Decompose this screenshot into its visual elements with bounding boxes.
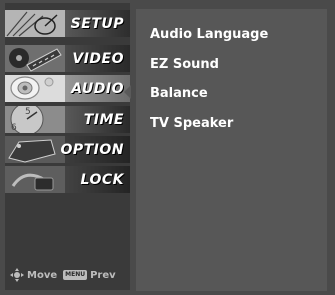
- lock-icon: [5, 166, 65, 193]
- menu-sidebar: SETUP VIDEO AUDIO 6 5 TIME OPTION LOCK: [5, 3, 131, 290]
- menu-footer: Move MENU Prev: [10, 266, 130, 284]
- audio-submenu-panel: Audio Language EZ Sound Balance TV Speak…: [136, 9, 327, 291]
- svg-text:5: 5: [25, 107, 31, 117]
- tab-option[interactable]: OPTION: [5, 136, 130, 163]
- navigation-pad-icon: [10, 268, 24, 282]
- tab-audio[interactable]: AUDIO: [5, 75, 130, 102]
- speaker-icon: [5, 75, 65, 102]
- tab-lock-label: LOCK: [80, 171, 124, 188]
- menu-key-icon: MENU: [63, 270, 88, 280]
- selected-tab-pointer: [124, 85, 131, 99]
- footer-move-label: Move: [27, 269, 58, 281]
- clock-icon: 6 5: [5, 106, 65, 133]
- menu-item-ez-sound[interactable]: EZ Sound: [150, 57, 219, 72]
- film-reel-icon: [5, 45, 65, 72]
- option-tag-icon: [5, 136, 65, 163]
- menu-item-audio-language[interactable]: Audio Language: [150, 27, 268, 42]
- tab-setup-label: SETUP: [70, 15, 124, 32]
- footer-move: Move: [10, 268, 57, 282]
- satellite-dish-icon: [5, 10, 65, 37]
- footer-prev: MENU Prev: [63, 270, 116, 281]
- tab-video-label: VIDEO: [72, 50, 124, 67]
- tab-audio-label: AUDIO: [71, 80, 124, 97]
- menu-item-balance[interactable]: Balance: [150, 86, 208, 101]
- tab-video[interactable]: VIDEO: [5, 45, 130, 72]
- tab-lock[interactable]: LOCK: [5, 166, 130, 193]
- footer-prev-label: Prev: [90, 269, 116, 281]
- svg-text:6: 6: [11, 123, 17, 133]
- tab-time-label: TIME: [83, 111, 124, 128]
- tv-osd-menu: SETUP VIDEO AUDIO 6 5 TIME OPTION LOCK M…: [0, 0, 335, 295]
- tab-setup[interactable]: SETUP: [5, 10, 130, 37]
- tab-time[interactable]: 6 5 TIME: [5, 106, 130, 133]
- menu-item-tv-speaker[interactable]: TV Speaker: [150, 116, 233, 131]
- tab-option-label: OPTION: [60, 141, 124, 158]
